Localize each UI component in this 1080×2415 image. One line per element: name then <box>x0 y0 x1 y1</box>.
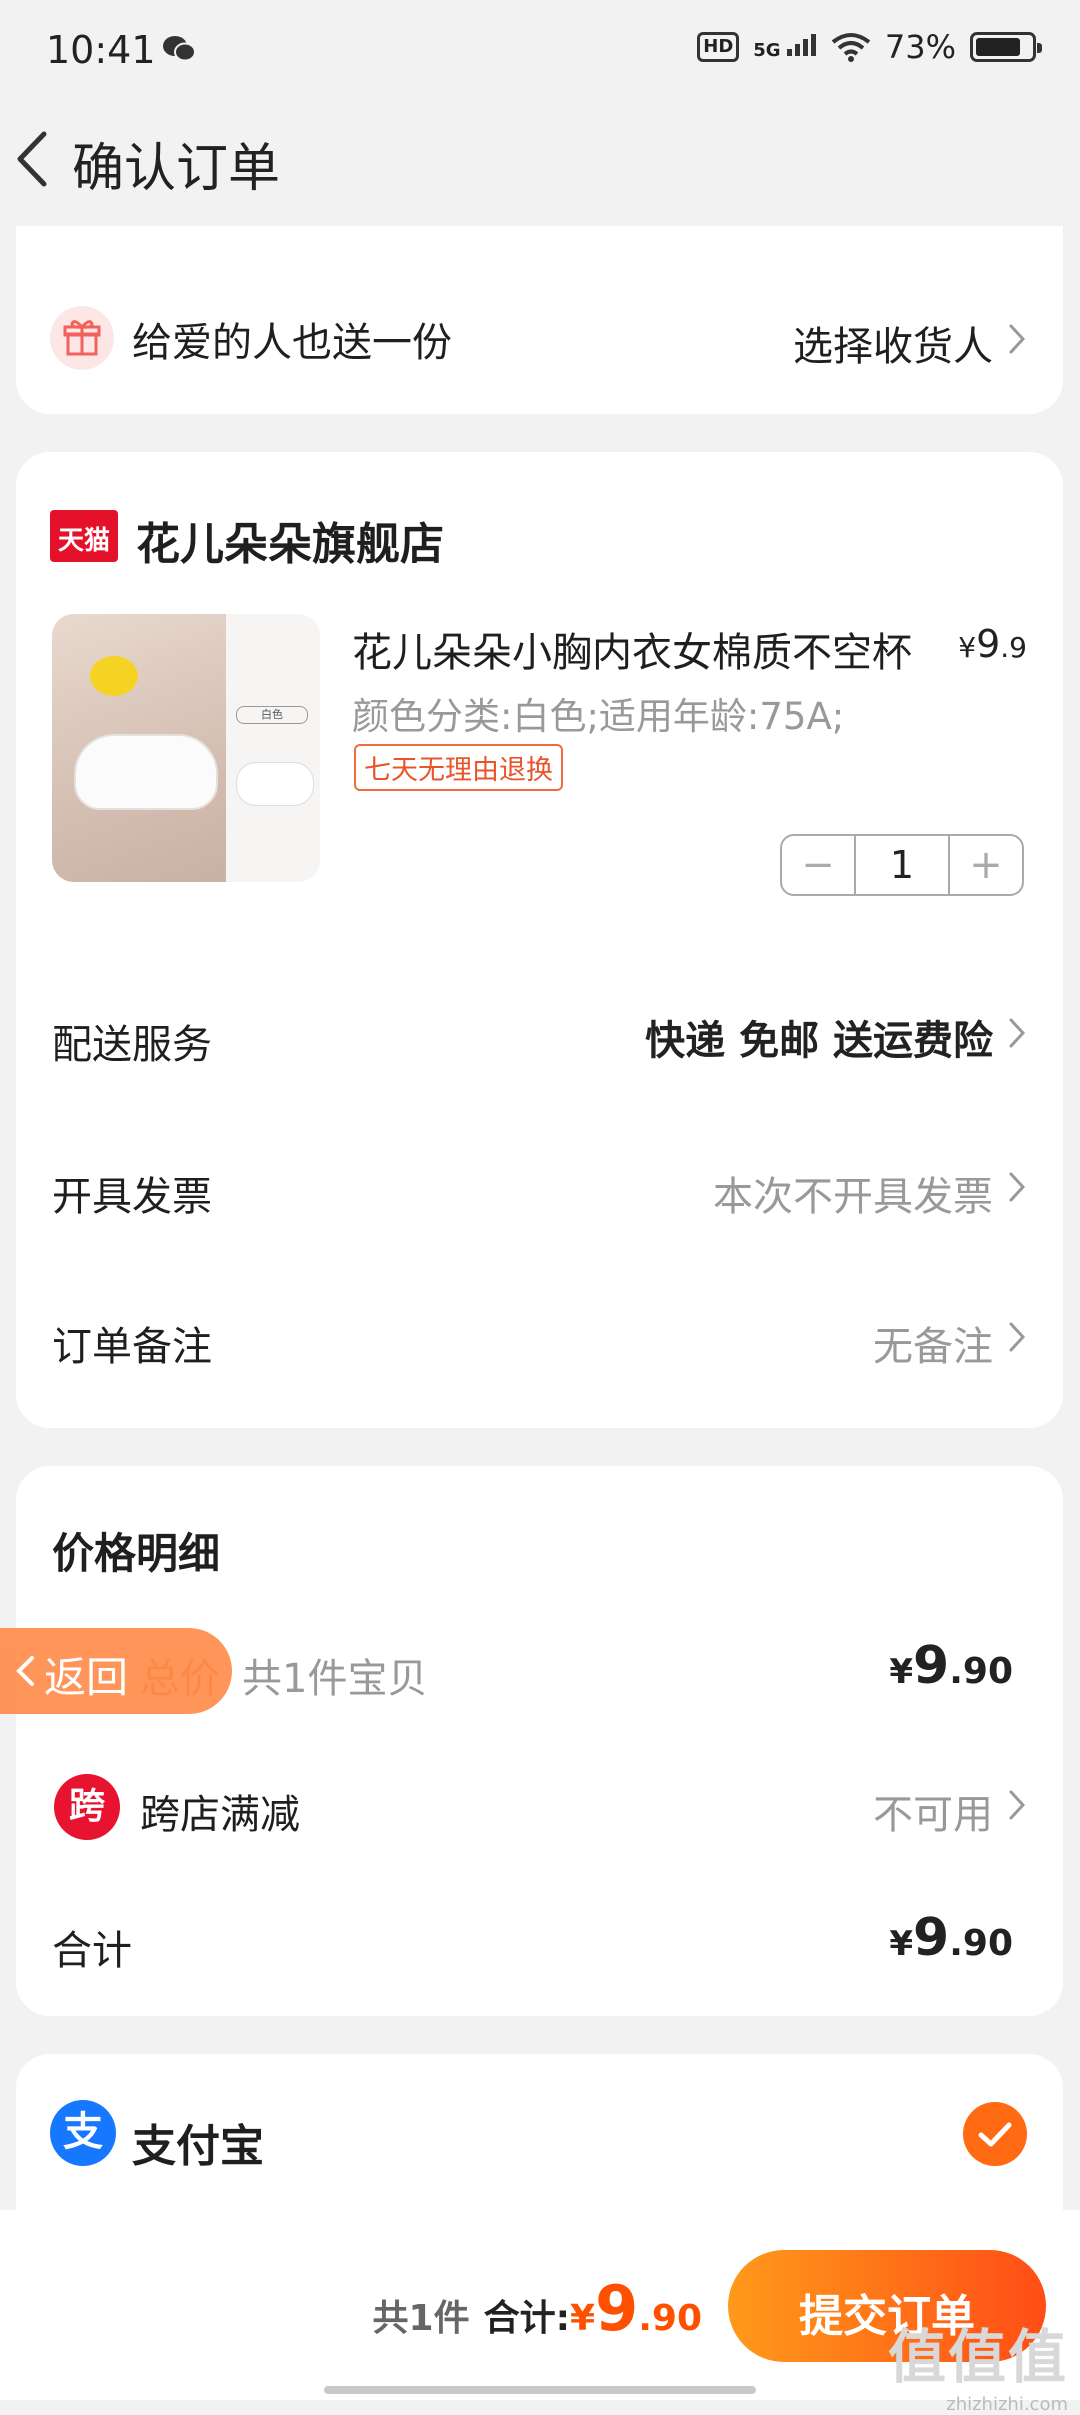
hd-icon: HD <box>697 32 740 62</box>
status-bar: 10:41 HD 5G 73% <box>0 0 1080 100</box>
check-icon[interactable] <box>963 2102 1027 2166</box>
increase-button[interactable]: + <box>950 836 1022 894</box>
quantity-value[interactable]: 1 <box>854 836 950 894</box>
price-detail-title: 价格明细 <box>52 1529 221 1578</box>
wechat-icon <box>162 34 196 68</box>
image-color-tag: 白色 <box>236 706 308 724</box>
floating-back-button[interactable]: 返回 <box>0 1628 232 1714</box>
product-image[interactable]: 白色 <box>52 614 320 882</box>
cross-store-label: 跨店满减 <box>140 1792 300 1838</box>
gift-label: 给爱的人也送一份 <box>132 320 452 366</box>
store-name[interactable]: 花儿朵朵旗舰店 <box>136 508 444 572</box>
bottom-price-int: 9 <box>595 2272 639 2345</box>
chevron-right-icon <box>1009 1322 1026 1352</box>
watermark-url: zhizhizhi.com <box>946 2394 1068 2415</box>
chevron-right-icon <box>1009 1790 1026 1820</box>
price-detail-card: 价格明细 总价 共1件宝贝 ¥9.90 跨 跨店满减 不可用 合计 ¥9.90 <box>16 1466 1063 2016</box>
cross-store-icon: 跨 <box>54 1774 120 1840</box>
wifi-icon <box>831 33 871 62</box>
payment-label: 支付宝 <box>132 2121 264 2172</box>
delivery-value[interactable]: 快递 免邮 送运费险 <box>645 1008 993 1066</box>
invoice-value[interactable]: 本次不开具发票 <box>713 1164 993 1222</box>
tmall-logo: 天猫 <box>50 510 118 562</box>
bottom-count: 共1件 <box>372 2298 470 2339</box>
watermark-logo: 值值值 <box>887 2323 1068 2391</box>
product-price: ¥9.9 <box>958 622 1027 666</box>
gift-card[interactable]: 给爱的人也送一份 选择收货人 <box>16 226 1063 414</box>
battery-percent: 73% <box>884 28 956 66</box>
bottom-price-dec: .90 <box>638 2298 702 2339</box>
note-label: 订单备注 <box>52 1324 212 1370</box>
bottom-sum-label: 合计: <box>483 2298 571 2339</box>
total-price: ¥9.90 <box>889 1636 1013 1696</box>
bottom-total: 共1件 合计: ¥ 9 .90 <box>373 2272 702 2345</box>
note-value[interactable]: 无备注 <box>873 1314 993 1372</box>
signal-icon: 5G <box>753 33 817 61</box>
floating-back-label: 返回 <box>44 1653 129 1702</box>
lemon-icon <box>90 656 138 696</box>
quantity-stepper: − 1 + <box>780 834 1024 896</box>
product-title[interactable]: 花儿朵朵小胸内衣女棉质不空杯 <box>352 620 912 678</box>
tmall-logo-text: 天猫 <box>57 526 110 556</box>
network-type: 5G <box>753 39 781 61</box>
nav-header: 确认订单 <box>0 100 1080 226</box>
watermark: 值值值 zhizhizhi.com <box>888 2310 1068 2415</box>
battery-icon <box>970 32 1042 62</box>
total-count: 共1件宝贝 <box>242 1656 428 1702</box>
chevron-right-icon <box>1009 1172 1026 1202</box>
gift-icon <box>50 306 114 370</box>
decrease-button[interactable]: − <box>782 836 854 894</box>
status-time: 10:41 <box>46 28 156 72</box>
select-recipient[interactable]: 选择收货人 <box>793 314 993 372</box>
status-right: HD 5G 73% <box>697 28 1042 66</box>
alipay-icon: 支 <box>50 2100 116 2166</box>
store-card: 天猫 花儿朵朵旗舰店 白色 花儿朵朵小胸内衣女棉质不空杯 ¥9.9 颜色分类:白… <box>16 452 1063 1428</box>
invoice-label: 开具发票 <box>52 1174 212 1220</box>
chevron-left-icon <box>17 131 47 187</box>
bottom-price-symbol: ¥ <box>570 2298 596 2339</box>
delivery-label: 配送服务 <box>52 1022 212 1068</box>
return-policy-badge: 七天无理由退换 <box>354 744 563 791</box>
sum-price: ¥9.90 <box>889 1908 1013 1968</box>
product-spec[interactable]: 颜色分类:白色;适用年龄:75A; <box>352 686 844 740</box>
sum-label: 合计 <box>52 1928 132 1974</box>
chevron-left-icon <box>16 1656 34 1686</box>
cross-store-value[interactable]: 不可用 <box>873 1782 993 1840</box>
chevron-right-icon <box>1009 1018 1026 1048</box>
home-indicator[interactable] <box>324 2386 756 2394</box>
chevron-right-icon <box>1009 324 1026 354</box>
page-title: 确认订单 <box>72 139 281 199</box>
back-button[interactable] <box>12 128 52 194</box>
